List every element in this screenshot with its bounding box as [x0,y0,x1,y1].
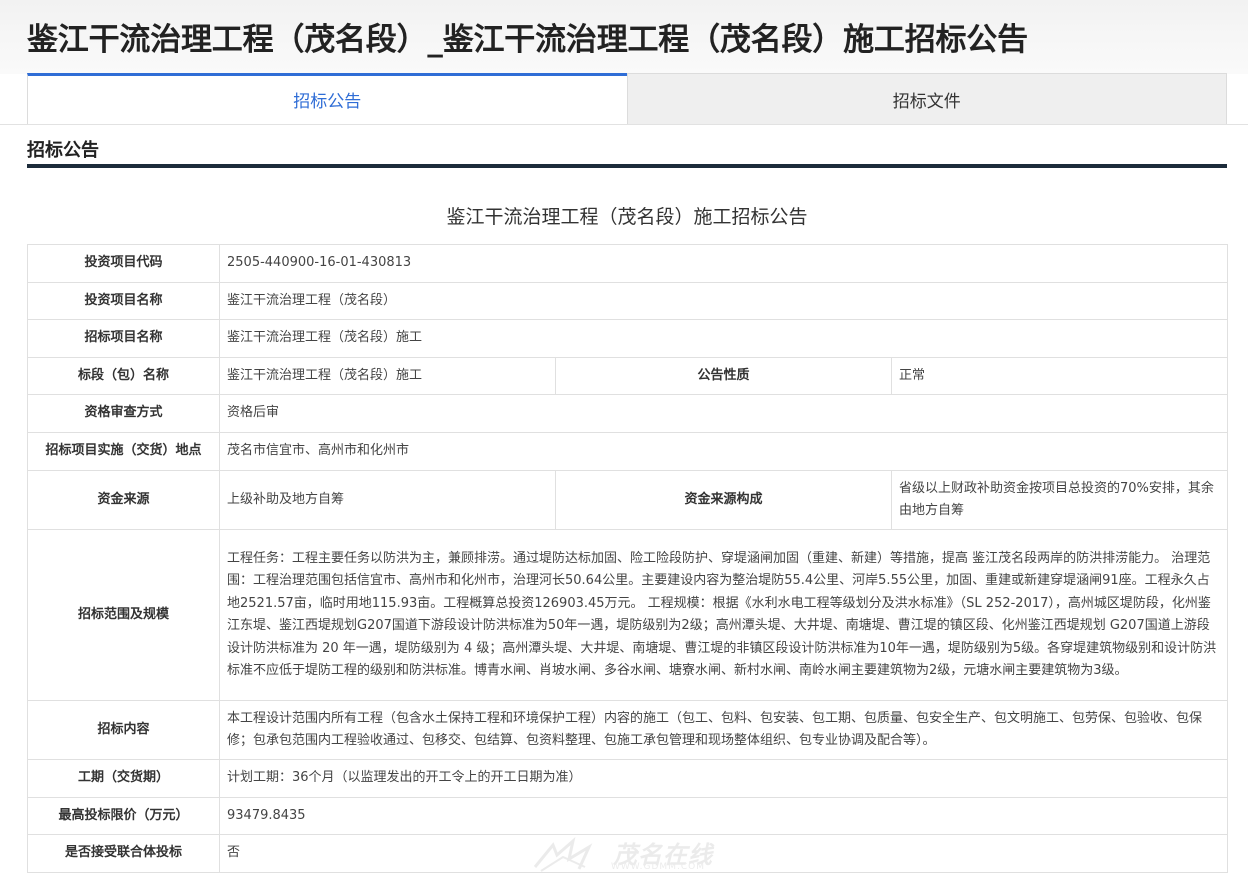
max-price-label: 最高投标限价（万元） [27,797,220,835]
table-row: 招标范围及规模 工程任务：工程主要任务以防洪为主，兼顾排涝。通过堤防达标加固、险… [27,529,1229,701]
bid-project-name-label: 招标项目名称 [27,319,220,358]
funding-composition-value: 省级以上财政补助资金按项目总投资的70%安排，其余由地方自筹 [890,470,1229,530]
period-label: 工期（交货期） [27,759,220,798]
qualification-label: 资格审查方式 [27,394,220,433]
project-name-value: 鉴江干流治理工程（茂名段） [218,282,1229,320]
notice-nature-label: 公告性质 [555,357,892,395]
site-logo-icon [533,837,593,872]
max-price-value: 93479.8435 [218,797,1229,835]
location-label: 招标项目实施（交货）地点 [27,432,220,471]
project-code-label: 投资项目代码 [27,244,220,283]
funding-value: 上级补助及地方自筹 [219,470,556,530]
page-title: 鉴江干流治理工程（茂名段）_鉴江干流治理工程（茂名段）施工招标公告 [27,22,1028,58]
table-row: 最高投标限价（万元） 93479.8435 [27,797,1229,835]
table-row: 招标项目名称 鉴江干流治理工程（茂名段）施工 [27,319,1229,358]
notice-info-table: 投资项目代码 2505-440900-16-01-430813 投资项目名称 鉴… [27,244,1229,873]
page: 鉴江干流治理工程（茂名段）_鉴江干流治理工程（茂名段）施工招标公告 招标公告 招… [0,0,1248,877]
watermark-url: WWW.GDMM.COM [611,862,705,872]
watermark: 茂名在线 WWW.GDMM.COM [533,833,733,877]
location-value: 茂名市信宜市、高州市和化州市 [218,432,1229,471]
table-row: 标段（包）名称 鉴江干流治理工程（茂名段）施工 公告性质 正常 [27,357,1229,395]
project-name-label: 投资项目名称 [27,282,220,320]
content-value: 本工程设计范围内所有工程（包含水土保持工程和环境保护工程）内容的施工（包工、包料… [218,700,1229,760]
notice-nature-value: 正常 [890,357,1229,395]
funding-composition-label: 资金来源构成 [555,470,892,530]
content-label: 招标内容 [27,700,220,760]
section-name-label: 标段（包）名称 [27,357,220,395]
table-row: 工期（交货期） 计划工期：36个月（以监理发出的开工令上的开工日期为准） [27,759,1229,798]
section-divider [27,164,1227,168]
scope-value: 工程任务：工程主要任务以防洪为主，兼顾排涝。通过堤防达标加固、险工险段防护、穿堤… [218,529,1229,701]
period-value: 计划工期：36个月（以监理发出的开工令上的开工日期为准） [218,759,1229,798]
qualification-value: 资格后审 [218,394,1229,433]
table-row: 资格审查方式 资格后审 [27,394,1229,433]
tab-bar: 招标公告 招标文件 [27,73,1227,124]
table-row: 招标项目实施（交货）地点 茂名市信宜市、高州市和化州市 [27,432,1229,471]
table-row: 投资项目名称 鉴江干流治理工程（茂名段） [27,282,1229,320]
tab-bid-notice[interactable]: 招标公告 [27,73,627,124]
tabs-divider [0,124,1248,125]
project-code-value: 2505-440900-16-01-430813 [218,244,1229,283]
bid-project-name-value: 鉴江干流治理工程（茂名段）施工 [218,319,1229,358]
consortium-label: 是否接受联合体投标 [27,834,220,873]
tab-bid-documents[interactable]: 招标文件 [626,73,1227,124]
table-row: 资金来源 上级补助及地方自筹 资金来源构成 省级以上财政补助资金按项目总投资的7… [27,470,1229,530]
funding-label: 资金来源 [27,470,220,530]
table-row: 招标内容 本工程设计范围内所有工程（包含水土保持工程和环境保护工程）内容的施工（… [27,700,1229,760]
scope-label: 招标范围及规模 [27,529,220,701]
section-name-value: 鉴江干流治理工程（茂名段）施工 [219,357,556,395]
section-title: 招标公告 [27,140,99,161]
notice-title: 鉴江干流治理工程（茂名段）施工招标公告 [446,206,808,228]
table-row: 投资项目代码 2505-440900-16-01-430813 [27,244,1229,283]
